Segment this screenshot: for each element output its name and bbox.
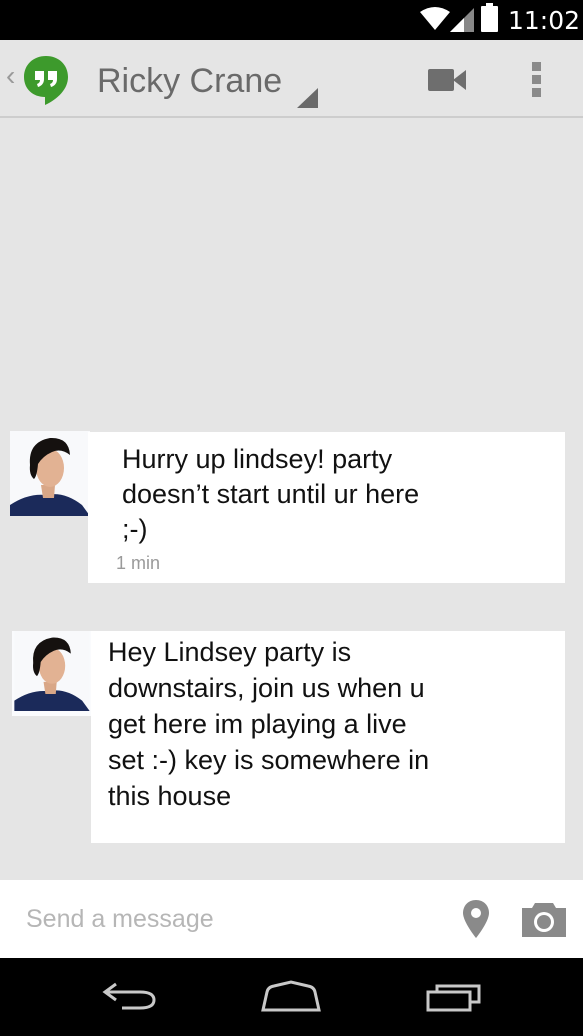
- signal-icon: [450, 8, 474, 32]
- battery-icon: [481, 3, 498, 32]
- overflow-menu-icon[interactable]: [532, 62, 542, 101]
- message-line: set :-) key is somewhere in: [108, 745, 430, 775]
- up-chevron-icon[interactable]: ‹: [6, 60, 15, 92]
- compose-bar: Send a message: [0, 880, 583, 958]
- message-bubble[interactable]: Hey Lindsey party is downstairs, join us…: [91, 631, 565, 843]
- wifi-icon: [420, 7, 450, 30]
- message-line: this house: [108, 781, 232, 811]
- message-line: downstairs, join us when u: [108, 673, 425, 703]
- message-line: get here im playing a live: [108, 709, 407, 739]
- contact-name[interactable]: Ricky Crane: [97, 62, 282, 101]
- message-line: Hey Lindsey party is: [108, 637, 352, 667]
- avatar: [10, 431, 90, 516]
- action-bar: ‹ Ricky Crane: [0, 40, 583, 118]
- message-bubble[interactable]: Hurry up lindsey! party doesn’t start un…: [88, 432, 565, 583]
- message-line: ;-): [122, 514, 148, 544]
- back-icon[interactable]: [100, 978, 158, 1014]
- message-line: doesn’t start until ur here: [122, 479, 420, 509]
- status-bar: 11:02: [0, 0, 583, 40]
- clock: 11:02: [508, 6, 581, 35]
- message-timestamp: 1 min: [116, 553, 161, 573]
- home-icon[interactable]: [260, 978, 322, 1014]
- message-input[interactable]: Send a message: [26, 905, 214, 934]
- location-icon[interactable]: [462, 900, 490, 938]
- nav-bar: [0, 958, 583, 1036]
- avatar: [12, 631, 92, 716]
- recent-apps-icon[interactable]: [425, 978, 485, 1014]
- dropdown-caret-icon[interactable]: [297, 88, 318, 108]
- video-call-icon[interactable]: [428, 69, 466, 91]
- camera-icon[interactable]: [522, 903, 566, 937]
- hangouts-logo-icon[interactable]: [22, 54, 70, 106]
- message-line: Hurry up lindsey! party: [122, 444, 393, 474]
